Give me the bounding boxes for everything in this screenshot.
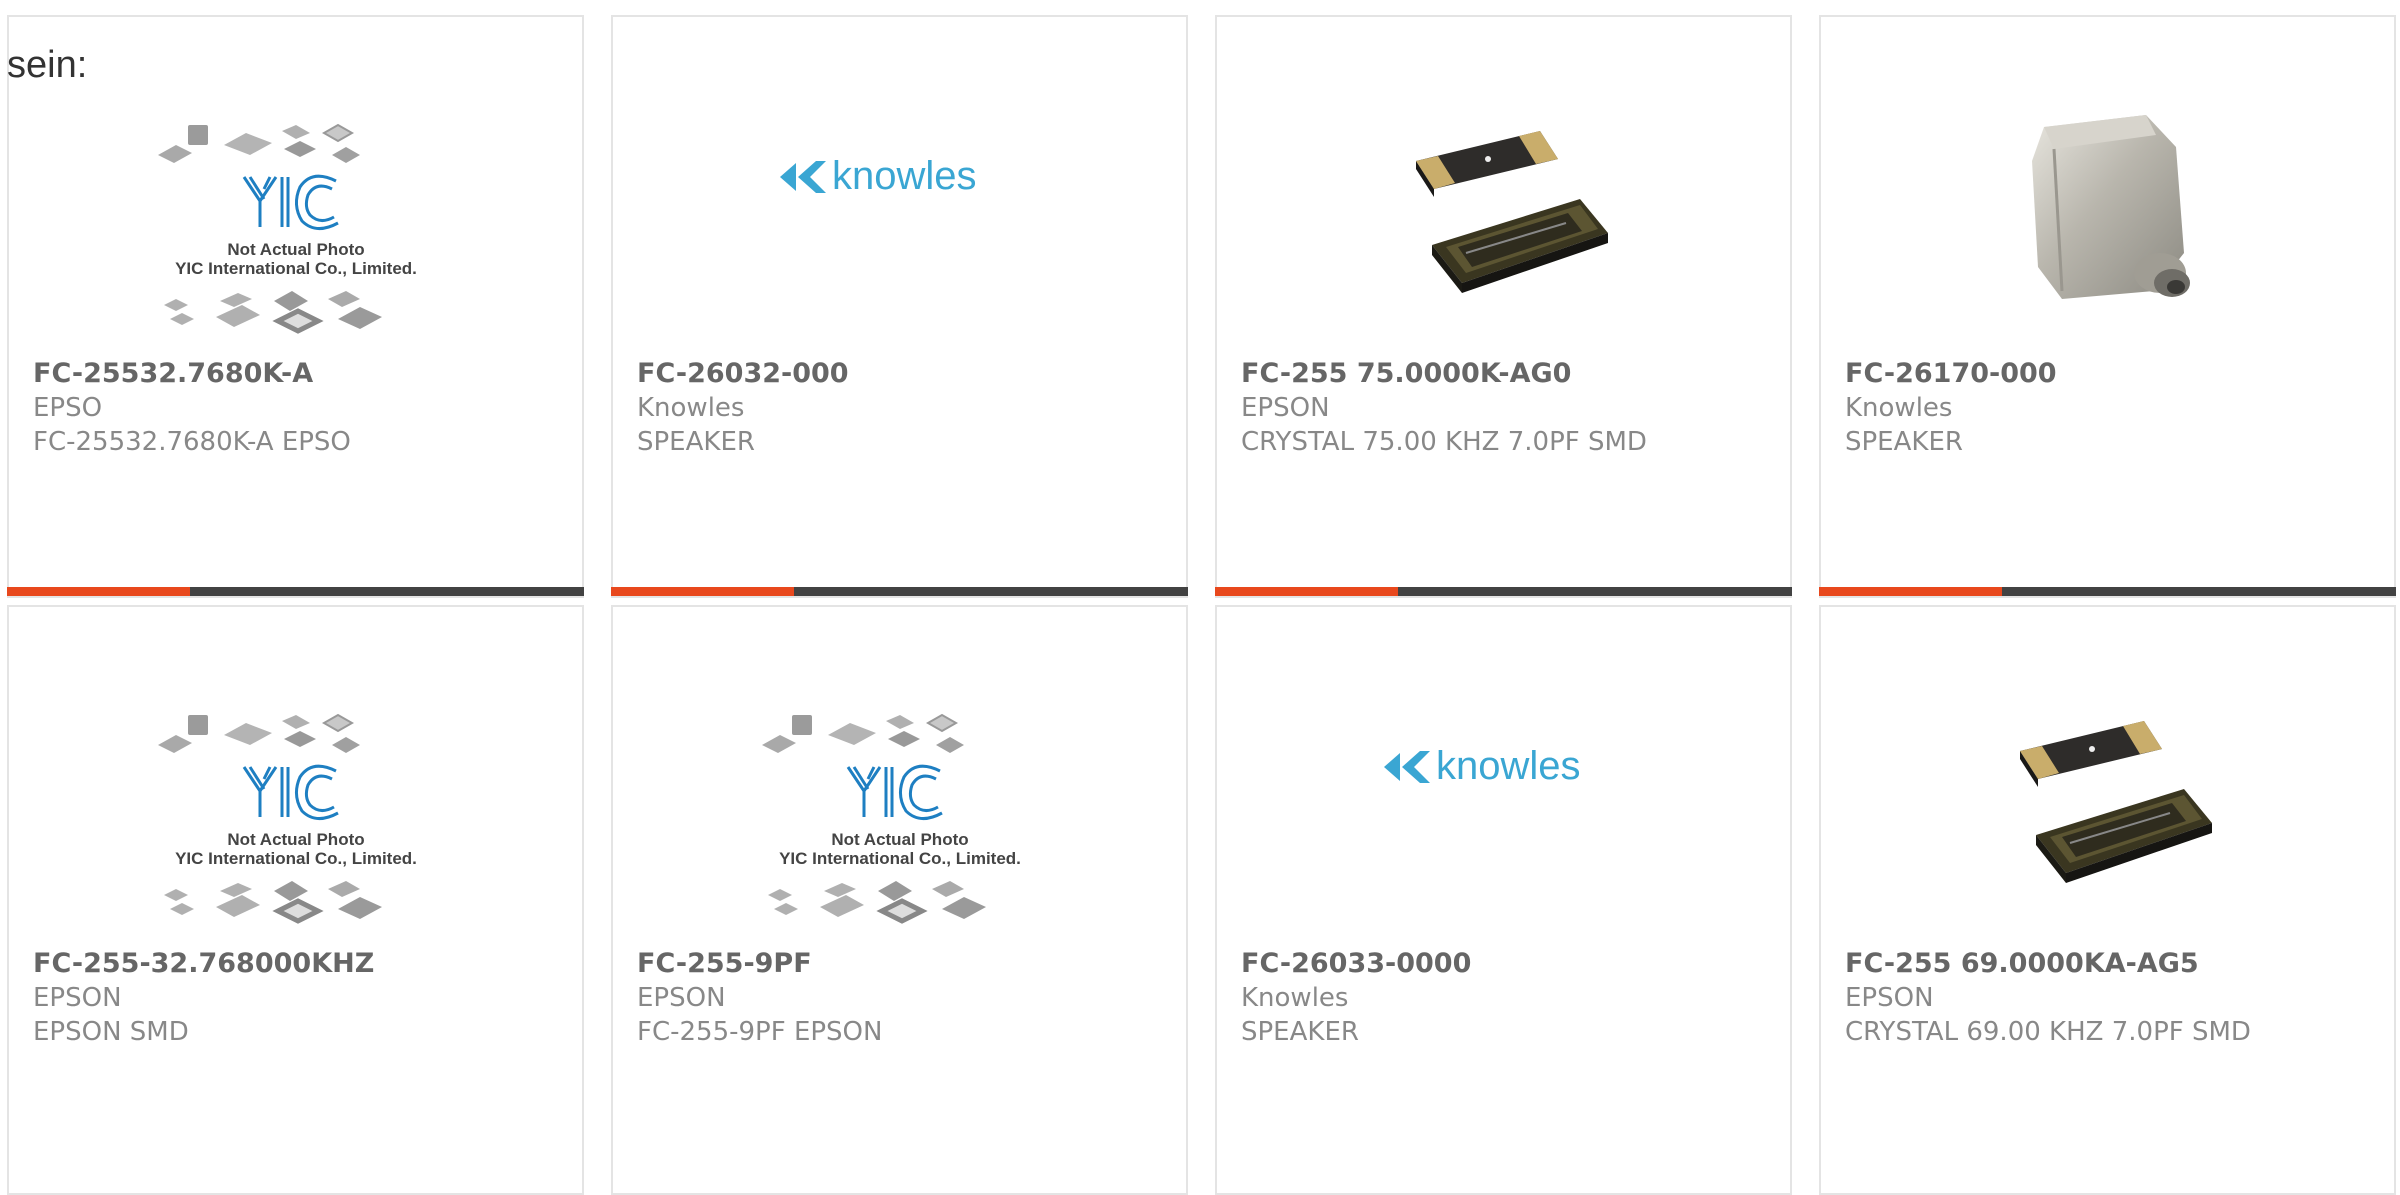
part-number[interactable]: FC-255 75.0000K-AG0 <box>1241 357 1778 391</box>
product-card[interactable]: Not Actual Photo YIC International Co., … <box>611 605 1188 1195</box>
product-card[interactable]: Not Actual Photo YIC International Co., … <box>7 605 584 1195</box>
product-info: FC-26032-000 Knowles SPEAKER <box>637 357 1174 459</box>
manufacturer: EPSON <box>637 983 726 1013</box>
product-card[interactable]: Not Actual Photo YIC International Co., … <box>7 15 584 598</box>
product-card[interactable]: FC-26170-000 Knowles SPEAKER <box>1819 15 2396 598</box>
card-accent-bar <box>611 587 794 596</box>
product-info: FC-255-32.768000KHZ EPSON EPSON SMD <box>33 947 570 1049</box>
description: SPEAKER <box>1845 427 1963 457</box>
yic-placeholder-image: Not Actual Photo YIC International Co., … <box>157 123 417 334</box>
manufacturer: EPSON <box>1241 393 1330 423</box>
product-info: FC-255 75.0000K-AG0 EPSON CRYSTAL 75.00 KH… <box>1241 357 1778 459</box>
product-info: FC-26170-000 Knowles SPEAKER <box>1845 357 2382 459</box>
product-card[interactable]: FC-255 69.0000KA-AG5 EPSON CRYSTAL 69.00 K… <box>1819 605 2396 1195</box>
manufacturer: EPSON <box>1845 983 1934 1013</box>
lead-text: sein: <box>7 44 88 86</box>
description: CRYSTAL 69.00 KHZ 7.0PF SMD <box>1845 1017 2251 1047</box>
product-info: FC-255-9PF EPSON FC-255-9PF EPSON <box>637 947 1174 1049</box>
product-info: FC-26033-0000 Knowles SPEAKER <box>1241 947 1778 1049</box>
part-number[interactable]: FC-255 69.0000KA-AG5 <box>1845 947 2382 981</box>
card-accent-bar <box>1819 587 2002 596</box>
card-bottom-bar <box>7 587 584 596</box>
crystal-photo-image <box>1415 131 1608 293</box>
part-number[interactable]: FC-26033-0000 <box>1241 947 1778 981</box>
yic-logo <box>242 764 339 820</box>
description: FC-25532.7680K-A EPSO <box>33 427 351 457</box>
product-thumbnail[interactable] <box>1354 77 1654 367</box>
manufacturer: EPSON <box>33 983 122 1013</box>
yic-logo <box>242 174 339 230</box>
product-thumbnail[interactable]: Not Actual Photo YIC International Co., … <box>146 667 446 957</box>
svg-text:YIC International Co., Limited: YIC International Co., Limited. <box>175 849 417 868</box>
manufacturer: Knowles <box>1845 393 1953 423</box>
crystal-photo-image <box>2019 721 2212 883</box>
svg-text:YIC International Co., Limited: YIC International Co., Limited. <box>175 259 417 278</box>
card-accent-bar <box>1215 587 1398 596</box>
knowles-logo-image: knowles <box>1383 744 1581 788</box>
svg-text:knowles: knowles <box>1436 744 1581 788</box>
product-card[interactable]: knowles FC-26032-000 Knowles SPEAKER <box>611 15 1188 598</box>
svg-text:Not Actual Photo: Not Actual Photo <box>831 830 968 849</box>
svg-text:Not Actual Photo: Not Actual Photo <box>227 240 364 259</box>
product-thumbnail[interactable] <box>1958 77 2258 367</box>
product-card[interactable]: FC-255 75.0000K-AG0 EPSON CRYSTAL 75.00 KH… <box>1215 15 1792 598</box>
manufacturer: Knowles <box>1241 983 1349 1013</box>
product-card[interactable]: knowles FC-26033-0000 Knowles SPEAKER <box>1215 605 1792 1195</box>
part-number[interactable]: FC-255-9PF <box>637 947 1174 981</box>
product-thumbnail[interactable] <box>1958 667 2258 957</box>
card-accent-bar <box>7 587 190 596</box>
svg-text:YIC International Co., Limited: YIC International Co., Limited. <box>779 849 1021 868</box>
manufacturer: EPSO <box>33 393 103 423</box>
product-thumbnail[interactable]: knowles <box>1354 667 1654 957</box>
product-thumbnail[interactable]: knowles <box>750 77 1050 367</box>
yic-placeholder-image: Not Actual Photo YIC International Co., … <box>761 713 1021 924</box>
part-number[interactable]: FC-26032-000 <box>637 357 1174 391</box>
description: FC-255-9PF EPSON <box>637 1017 883 1047</box>
card-bottom-bar <box>1215 587 1792 596</box>
product-thumbnail[interactable]: Not Actual Photo YIC International Co., … <box>750 667 1050 957</box>
yic-logo <box>846 764 943 820</box>
card-bottom-bar <box>611 587 1188 596</box>
knowles-logo-image: knowles <box>779 154 977 198</box>
speaker-photo-image <box>2031 115 2190 299</box>
product-info: FC-255 69.0000KA-AG5 EPSON CRYSTAL 69.00 K… <box>1845 947 2382 1049</box>
part-number[interactable]: FC-255-32.768000KHZ <box>33 947 570 981</box>
description: EPSON SMD <box>33 1017 189 1047</box>
manufacturer: Knowles <box>637 393 745 423</box>
product-info: FC-25532.7680K-A EPSO FC-25532.7680K-A EPS… <box>33 357 570 459</box>
description: CRYSTAL 75.00 KHZ 7.0PF SMD <box>1241 427 1647 457</box>
part-number[interactable]: FC-25532.7680K-A <box>33 357 570 391</box>
svg-text:knowles: knowles <box>832 154 977 198</box>
yic-placeholder-image: Not Actual Photo YIC International Co., … <box>157 713 417 924</box>
part-number[interactable]: FC-26170-000 <box>1845 357 2382 391</box>
description: SPEAKER <box>637 427 755 457</box>
card-bottom-bar <box>1819 587 2396 596</box>
description: SPEAKER <box>1241 1017 1359 1047</box>
product-thumbnail[interactable]: Not Actual Photo YIC International Co., … <box>146 77 446 367</box>
svg-text:Not Actual Photo: Not Actual Photo <box>227 830 364 849</box>
